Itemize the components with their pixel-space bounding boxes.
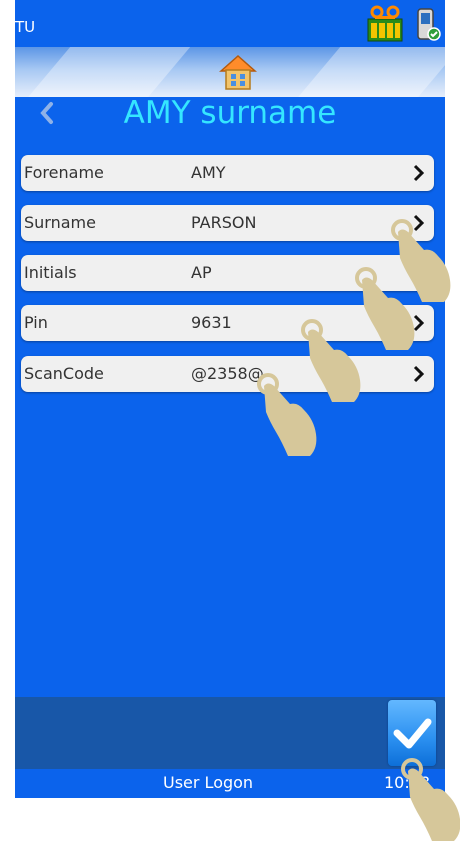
status-title: TU [15, 18, 36, 36]
decorative-stripe [289, 47, 445, 97]
field-value: PARSON [191, 213, 257, 232]
field-row-surname[interactable]: Surname PARSON [21, 205, 434, 241]
home-icon[interactable] [218, 52, 258, 92]
field-value: AMY [191, 163, 226, 182]
field-row-scancode[interactable]: ScanCode @2358@ [21, 356, 434, 392]
handset-status-icon[interactable] [415, 7, 441, 43]
page-title: AMY surname [123, 95, 337, 131]
field-value: AP [191, 263, 212, 282]
chevron-right-icon [413, 365, 424, 383]
field-value: 9631 [191, 313, 232, 332]
tap-hand-icon [257, 373, 317, 456]
app-screen: TU AMY surname Forename AMY Surname PARS… [15, 0, 445, 798]
field-label: ScanCode [24, 364, 104, 383]
tape-cassette-icon[interactable] [367, 5, 403, 43]
chevron-right-icon [413, 164, 424, 182]
footer-bar [15, 697, 445, 769]
tap-hand-icon [401, 758, 460, 841]
field-row-forename[interactable]: Forename AMY [21, 155, 434, 191]
screen-name: User Logon [163, 773, 254, 792]
decorative-stripe [19, 47, 191, 97]
status-bar: TU [15, 0, 445, 47]
field-label: Initials [24, 263, 77, 282]
field-label: Pin [24, 313, 48, 332]
field-label: Surname [24, 213, 96, 232]
field-label: Forename [24, 163, 104, 182]
